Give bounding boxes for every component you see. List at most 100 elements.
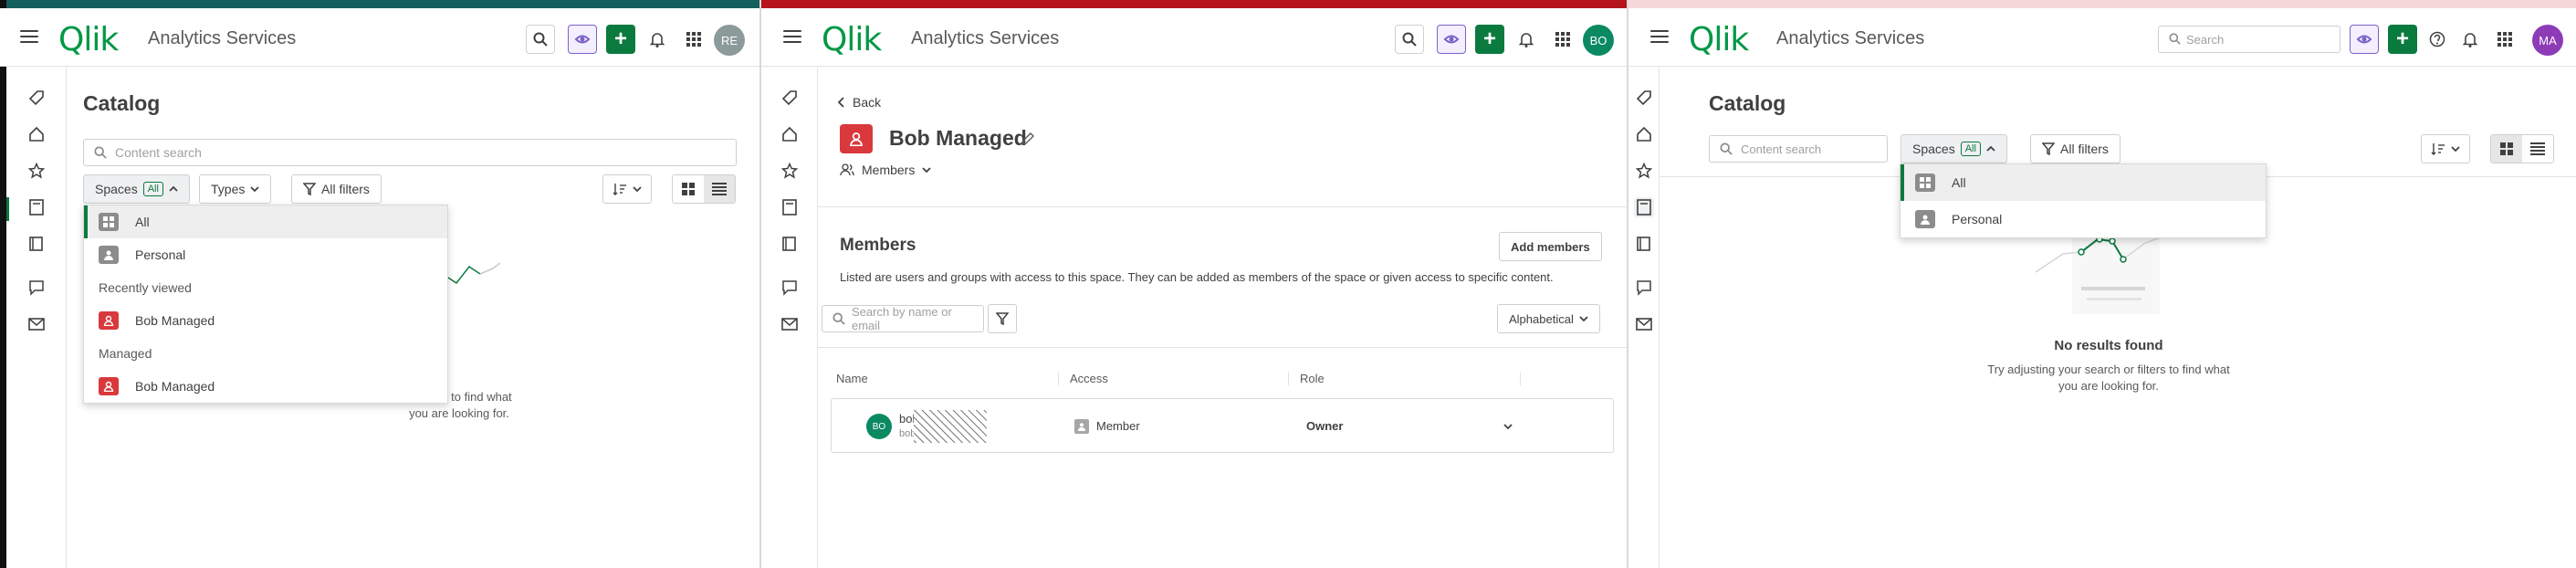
dropdown-item-bob-managed-recent[interactable]: Bob Managed	[84, 304, 447, 337]
create-button[interactable]: +	[2388, 25, 2417, 54]
sidebar-get-started[interactable]	[1634, 88, 1654, 108]
qlik-logo[interactable]: Qlik	[58, 21, 119, 58]
sidebar-catalog[interactable]	[26, 197, 47, 217]
create-button[interactable]: +	[606, 25, 635, 54]
insight-advisor-button[interactable]	[1437, 25, 1466, 54]
grid-view-button[interactable]	[2491, 135, 2522, 163]
add-members-button[interactable]: Add members	[1499, 232, 1602, 261]
grid-view-icon	[682, 183, 695, 195]
sidebar-chat[interactable]	[1634, 278, 1654, 298]
spaces-filter-button[interactable]: Spaces All	[83, 174, 190, 204]
column-name[interactable]: Name	[829, 371, 1059, 385]
sidebar-home[interactable]	[26, 124, 47, 144]
user-avatar[interactable]: RE	[714, 25, 745, 56]
sidebar-messages[interactable]	[780, 314, 800, 334]
home-icon	[1637, 126, 1651, 142]
redaction-hatch	[914, 410, 987, 443]
qlik-logo[interactable]: Qlik	[822, 21, 882, 58]
role-chevron-down-icon[interactable]	[1503, 423, 1513, 430]
sidebar-favorites[interactable]	[26, 161, 47, 181]
dropdown-item-all[interactable]: All	[84, 205, 447, 238]
dropdown-item-bob-managed[interactable]: Bob Managed	[84, 370, 447, 403]
sidebar-collections[interactable]	[780, 234, 800, 254]
edit-pencil-icon[interactable]	[1021, 131, 1035, 146]
person-icon	[1915, 210, 1935, 228]
notifications-button[interactable]	[2456, 25, 2485, 54]
managed-space-icon	[840, 124, 873, 153]
spaces-badge: All	[1960, 142, 1981, 156]
insight-icon	[2356, 35, 2372, 44]
member-search-input[interactable]: Search by name or email	[822, 305, 984, 332]
dropdown-item-personal[interactable]: Personal	[84, 238, 447, 271]
sort-icon	[613, 184, 626, 195]
hamburger-menu-icon[interactable]	[20, 28, 38, 45]
table-row[interactable]: BO bob bob Member Owner	[831, 398, 1614, 453]
sidebar-home[interactable]	[780, 124, 800, 144]
chevron-up-icon	[169, 185, 178, 192]
sidebar-favorites[interactable]	[780, 161, 800, 181]
sidebar-active-indicator	[6, 197, 9, 221]
column-role[interactable]: Role	[1289, 371, 1521, 385]
notifications-button[interactable]	[643, 25, 672, 54]
dropdown-item-all[interactable]: All	[1901, 164, 2266, 201]
create-button[interactable]: +	[1475, 25, 1504, 54]
all-filters-button[interactable]: All filters	[291, 174, 382, 204]
sidebar-chat[interactable]	[780, 278, 800, 298]
sidebar-collections[interactable]	[1634, 234, 1654, 254]
sidebar-collections[interactable]	[26, 234, 47, 254]
left-sidebar	[6, 68, 67, 568]
app-header: Qlik Analytics Services + BO	[761, 8, 1627, 67]
all-filters-button[interactable]: All filters	[2030, 134, 2120, 163]
list-view-button[interactable]	[2522, 135, 2553, 163]
qlik-logo[interactable]: Qlik	[1689, 21, 1749, 58]
column-access[interactable]: Access	[1059, 371, 1289, 385]
search-button[interactable]	[1395, 25, 1424, 54]
user-avatar[interactable]: BO	[1583, 25, 1614, 56]
insight-advisor-button[interactable]	[568, 25, 597, 54]
rocket-icon	[1636, 90, 1651, 106]
dropdown-item-label: Personal	[1952, 212, 2003, 226]
member-filter-button[interactable]	[988, 304, 1017, 333]
window-top-stripe	[761, 0, 1627, 8]
insight-advisor-button[interactable]	[2350, 25, 2379, 54]
list-view-button[interactable]	[704, 175, 735, 203]
user-avatar[interactable]: MA	[2532, 25, 2563, 56]
back-link[interactable]: Back	[838, 95, 881, 110]
grid-view-button[interactable]	[673, 175, 704, 203]
dropdown-item-personal[interactable]: Personal	[1901, 201, 2266, 237]
help-button[interactable]	[2423, 25, 2452, 54]
sidebar-catalog[interactable]	[780, 197, 800, 217]
apps-grid-button[interactable]	[679, 25, 708, 54]
spaces-filter-button[interactable]: Spaces All	[1901, 134, 2007, 163]
search-icon	[1402, 32, 1417, 47]
page-title: Catalog	[1709, 91, 1786, 115]
members-tab-dropdown[interactable]: Members	[840, 163, 931, 177]
sidebar-catalog[interactable]	[1634, 197, 1654, 217]
search-button[interactable]	[526, 25, 555, 54]
managed-space-icon	[99, 377, 119, 395]
content-search-input[interactable]: Content search	[83, 139, 737, 166]
sort-select[interactable]: Alphabetical	[1497, 304, 1600, 333]
sort-button[interactable]	[2421, 134, 2470, 163]
notifications-button[interactable]	[1512, 25, 1541, 54]
members-section-title: Members	[840, 236, 916, 255]
sidebar-messages[interactable]	[1634, 314, 1654, 334]
sidebar-home[interactable]	[1634, 124, 1654, 144]
apps-grid-button[interactable]	[1548, 25, 1577, 54]
sidebar-get-started[interactable]	[780, 88, 800, 108]
member-access: Member	[1096, 419, 1140, 433]
sidebar-messages[interactable]	[26, 314, 47, 334]
hamburger-menu-icon[interactable]	[783, 28, 801, 45]
types-filter-button[interactable]: Types	[199, 174, 272, 204]
hamburger-menu-icon[interactable]	[1650, 28, 1669, 45]
content-search-input[interactable]: Content search	[1709, 135, 1888, 163]
apps-grid-button[interactable]	[2490, 25, 2519, 54]
sidebar-chat[interactable]	[26, 278, 47, 298]
sidebar-favorites[interactable]	[1634, 161, 1654, 181]
sort-button[interactable]	[602, 174, 652, 204]
member-search-placeholder: Search by name or email	[852, 305, 952, 332]
section-divider	[818, 206, 1627, 207]
header-search-input[interactable]: Search	[2158, 26, 2340, 53]
sidebar-get-started[interactable]	[26, 88, 47, 108]
panel-catalog-left: Qlik Analytics Services + RE Catalog Con…	[0, 0, 759, 568]
